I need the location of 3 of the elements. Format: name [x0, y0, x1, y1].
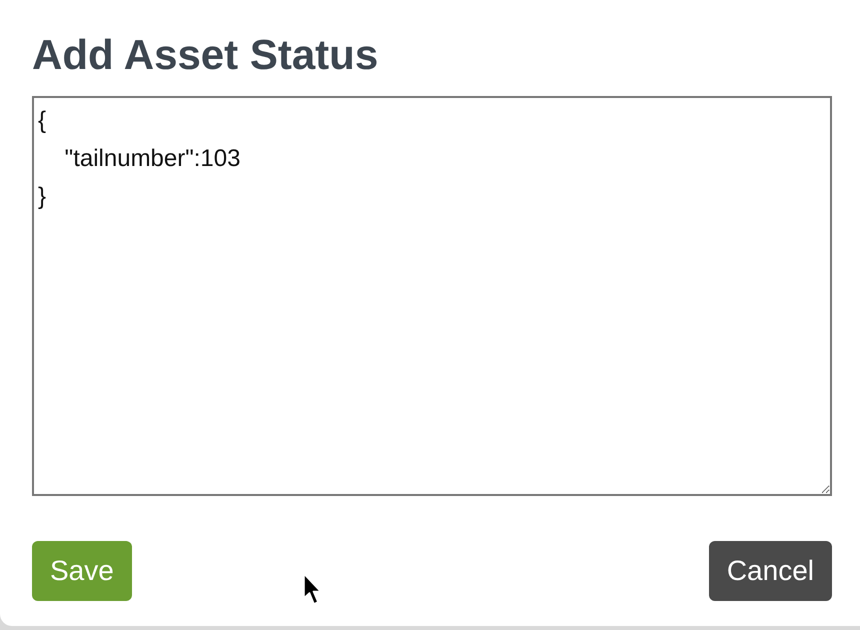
cancel-button[interactable]: Cancel [708, 541, 832, 601]
dialog-title: Add Asset Status [32, 30, 380, 80]
json-text-area[interactable]: { "tailnumber":103 } [32, 96, 832, 496]
